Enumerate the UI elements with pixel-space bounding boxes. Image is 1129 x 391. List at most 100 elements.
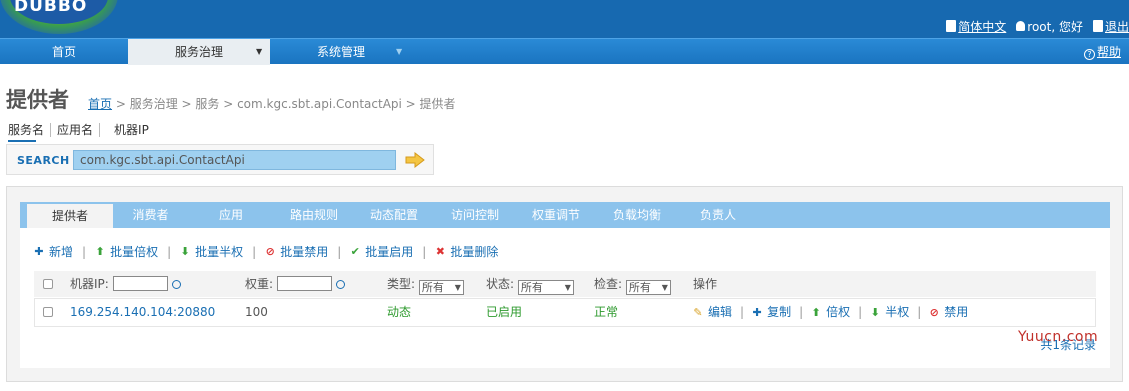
provider-check: 正常 <box>594 305 619 319</box>
nav-home-label: 首页 <box>51 45 76 59</box>
batch-disable-button[interactable]: ⊘ 批量禁用 <box>265 243 329 260</box>
check-select[interactable]: 所有 ▼ <box>625 280 671 295</box>
user-label: root, 您好 <box>1027 19 1083 34</box>
nav-service-governance[interactable]: 服务治理 ▼ <box>128 39 270 65</box>
search-icon[interactable] <box>335 280 345 289</box>
check-filter: 检查: 所有 ▼ <box>594 271 671 297</box>
tab-access-control[interactable]: 访问控制 <box>434 202 516 228</box>
tab-overrides[interactable]: 动态配置 <box>354 202 434 228</box>
search-box: SEARCH <box>6 144 434 175</box>
search-input[interactable] <box>73 150 396 170</box>
status-select[interactable]: 所有 ▼ <box>517 280 574 295</box>
provider-weight: 100 <box>245 305 268 319</box>
toolbar: ✚ 新增 | ⬆ 批量倍权 | ⬇ 批量半权 | ⊘ 批量禁用 | ✔ 批量启用 | ✖ 批… <box>34 243 498 260</box>
provider-address-link[interactable]: 169.254.140.104:20880 <box>70 299 215 326</box>
batch-enable-label: 批量启用 <box>365 245 414 259</box>
chevron-down-icon: ▼ <box>396 47 403 56</box>
dubbo-logo[interactable]: DUBBO <box>0 0 118 34</box>
search-tab-ip[interactable]: 机器IP <box>100 123 155 137</box>
chevron-down-icon: ▼ <box>564 283 571 292</box>
ip-filter-input[interactable] <box>112 276 168 291</box>
copy-button[interactable]: ✚ 复制 <box>752 299 791 326</box>
close-icon: ✖ <box>435 244 445 258</box>
divider: | <box>422 244 427 259</box>
double-label: 倍权 <box>826 305 851 319</box>
add-button[interactable]: ✚ 新增 <box>34 243 73 260</box>
document-icon <box>946 20 957 32</box>
search-tab-service[interactable]: 服务名 <box>8 123 52 137</box>
batch-double-button[interactable]: ⬆ 批量倍权 <box>95 243 158 260</box>
nav-system-management-label: 系统管理 <box>316 45 365 59</box>
table-row: 169.254.140.104:20880 100 动态 已启用 正常 ✎ 编辑 … <box>34 298 1096 327</box>
divider: | <box>167 244 172 259</box>
tab-weights[interactable]: 权重调节 <box>516 202 596 228</box>
batch-half-label: 批量半权 <box>195 245 244 259</box>
language-label[interactable]: 简体中文 <box>958 18 1006 35</box>
status-filter: 状态: 所有 ▼ <box>486 271 574 297</box>
provider-status: 已启用 <box>486 305 523 319</box>
logout-link[interactable]: 退出 <box>1092 18 1129 35</box>
user-icon <box>1016 21 1026 31</box>
help-link[interactable]: ? 帮助 <box>1083 39 1121 65</box>
providers-panel: 提供者 消费者 应用 路由规则 动态配置 访问控制 权重调节 负载均衡 负责人 … <box>6 186 1123 382</box>
plus-icon: ✚ <box>752 306 762 319</box>
weight-filter: 权重: <box>245 271 345 297</box>
table-header: 机器IP: 权重: 类型: 所有 ▼ 状态: 所有 ▼ 检查: 所有 ▼ 操作 <box>34 271 1096 297</box>
weight-header: 权重: <box>245 277 274 291</box>
disable-label: 禁用 <box>944 305 969 319</box>
arrow-down-icon: ⬇ <box>870 306 880 319</box>
row-actions: ✎ 编辑 | ✚ 复制 | ⬆ 倍权 | ⬇ 半权 | ⊘ 禁用 <box>693 299 968 326</box>
tab-applications[interactable]: 应用 <box>188 202 274 228</box>
tab-bar: 提供者 消费者 应用 路由规则 动态配置 访问控制 权重调节 负载均衡 负责人 <box>20 202 1110 228</box>
breadcrumb-path: > 服务治理 > 服务 > com.kgc.sbt.api.ContactApi… <box>115 97 456 111</box>
add-label: 新增 <box>49 245 74 259</box>
logout-label[interactable]: 退出 <box>1105 18 1129 35</box>
arrow-up-icon: ⬆ <box>95 244 105 258</box>
batch-delete-button[interactable]: ✖ 批量删除 <box>435 243 499 260</box>
batch-half-button[interactable]: ⬇ 批量半权 <box>180 243 244 260</box>
type-select[interactable]: 所有 ▼ <box>418 280 464 295</box>
check-header: 检查: <box>594 277 623 291</box>
divider: | <box>82 244 87 259</box>
select-all-checkbox[interactable] <box>43 271 53 297</box>
plus-icon: ✚ <box>34 244 44 258</box>
user-info: root, 您好 <box>1016 18 1083 35</box>
language-link[interactable]: 简体中文 <box>946 18 1006 35</box>
batch-disable-label: 批量禁用 <box>280 245 329 259</box>
edit-button[interactable]: ✎ 编辑 <box>693 299 732 326</box>
tab-owners[interactable]: 负责人 <box>678 202 758 228</box>
chevron-down-icon: ▼ <box>454 283 461 292</box>
row-checkbox[interactable] <box>43 299 53 326</box>
half-label: 半权 <box>885 305 910 319</box>
arrow-right-icon[interactable] <box>405 152 425 168</box>
divider: | <box>799 305 804 319</box>
status-header: 状态: <box>486 277 515 291</box>
copy-label: 复制 <box>767 305 792 319</box>
weight-filter-input[interactable] <box>276 276 332 291</box>
half-weight-button[interactable]: ⬇ 半权 <box>870 299 910 326</box>
search-label: SEARCH <box>17 154 70 167</box>
help-icon: ? <box>1083 49 1095 60</box>
arrow-up-icon: ⬆ <box>811 306 821 319</box>
tab-load-balance[interactable]: 负载均衡 <box>596 202 678 228</box>
batch-enable-button[interactable]: ✔ 批量启用 <box>350 243 414 260</box>
logo-text: DUBBO <box>14 0 88 16</box>
search-icon[interactable] <box>171 280 181 289</box>
tab-routes[interactable]: 路由规则 <box>274 202 354 228</box>
tab-providers[interactable]: 提供者 <box>27 204 113 228</box>
app-header: DUBBO 简体中文 root, 您好 退出 <box>0 0 1129 38</box>
help-label[interactable]: 帮助 <box>1097 45 1121 59</box>
divider: | <box>337 244 342 259</box>
tab-consumers[interactable]: 消费者 <box>113 202 188 228</box>
ban-icon: ⊘ <box>929 306 939 319</box>
double-weight-button[interactable]: ⬆ 倍权 <box>811 299 851 326</box>
edit-label: 编辑 <box>708 305 733 319</box>
search-tab-application[interactable]: 应用名 <box>51 123 101 137</box>
provider-type: 动态 <box>387 305 412 319</box>
disable-button[interactable]: ⊘ 禁用 <box>929 299 969 326</box>
nav-home[interactable]: 首页 <box>0 39 128 65</box>
main-nav: 首页 服务治理 ▼ 系统管理 ▼ ? 帮助 <box>0 38 1129 65</box>
breadcrumb-home[interactable]: 首页 <box>88 97 112 111</box>
nav-system-management[interactable]: 系统管理 ▼ <box>270 39 412 65</box>
divider: | <box>917 305 922 319</box>
